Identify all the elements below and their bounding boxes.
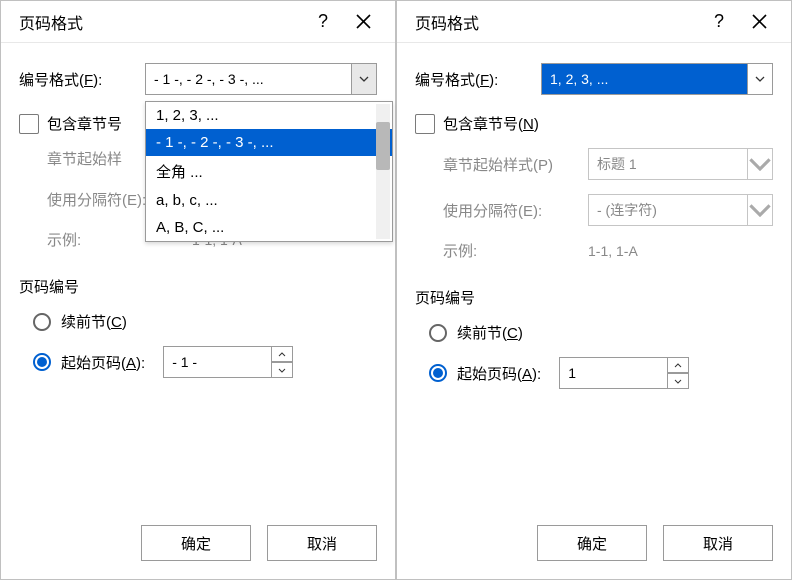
chapter-options: 章节起始样式(P) 标题 1 使用分隔符(E): - (连字符): [415, 148, 773, 261]
number-format-combo[interactable]: - 1 -, - 2 -, - 3 -, ...: [145, 63, 377, 95]
start-at-radio[interactable]: [429, 364, 447, 382]
close-icon[interactable]: [343, 2, 383, 42]
spin-up-icon[interactable]: [667, 357, 689, 373]
start-at-spinner[interactable]: 1: [559, 357, 689, 389]
start-at-row: 起始页码(A): 1: [429, 357, 773, 389]
format-option[interactable]: a, b, c, ...: [146, 187, 392, 214]
example-row: 示例: 1-1, 1-A: [443, 240, 773, 261]
include-chapter-label: 包含章节号: [47, 113, 122, 134]
chevron-down-icon: [747, 194, 773, 226]
scrollbar-thumb[interactable]: [376, 122, 390, 170]
include-chapter-checkbox[interactable]: [415, 114, 435, 134]
ok-button[interactable]: 确定: [537, 525, 647, 561]
dropdown-scrollbar[interactable]: [376, 104, 390, 239]
number-format-value: 1, 2, 3, ...: [550, 71, 608, 87]
chevron-down-icon[interactable]: [351, 63, 377, 95]
start-at-label: 起始页码(A):: [61, 352, 145, 373]
spinner-buttons: [271, 346, 293, 378]
spinner-buttons: [667, 357, 689, 389]
dialog-buttons: 确定 取消: [141, 525, 377, 561]
page-number-format-dialog-right: 页码格式 ? 编号格式(F): 1, 2, 3, ... 包含章节号(N): [396, 0, 792, 580]
spin-down-icon[interactable]: [271, 362, 293, 378]
start-at-row: 起始页码(A): - 1 -: [33, 346, 377, 378]
separator-row: 使用分隔符(E): - (连字符): [443, 194, 773, 226]
spin-down-icon[interactable]: [667, 373, 689, 389]
chapter-start-value: 标题 1: [597, 154, 637, 174]
cancel-button[interactable]: 取消: [267, 525, 377, 561]
help-icon[interactable]: ?: [699, 2, 739, 42]
start-at-spinner[interactable]: - 1 -: [163, 346, 293, 378]
cancel-button[interactable]: 取消: [663, 525, 773, 561]
dialog-title: 页码格式: [19, 10, 303, 34]
format-option[interactable]: 全角 ...: [146, 156, 392, 187]
dialog-buttons: 确定 取消: [537, 525, 773, 561]
separator-combo: - (连字符): [588, 194, 773, 226]
help-icon[interactable]: ?: [303, 2, 343, 42]
start-at-label: 起始页码(A):: [457, 363, 541, 384]
continue-previous-row: 续前节(C): [429, 322, 773, 343]
include-chapter-label: 包含章节号(N): [443, 113, 539, 134]
continue-previous-radio[interactable]: [33, 313, 51, 331]
continue-previous-row: 续前节(C): [33, 311, 377, 332]
example-label: 示例:: [443, 240, 588, 261]
start-at-value: - 1 -: [172, 354, 197, 370]
chapter-start-row: 章节起始样式(P) 标题 1: [443, 148, 773, 180]
number-format-combo[interactable]: 1, 2, 3, ...: [541, 63, 773, 95]
number-format-value: - 1 -, - 2 -, - 3 -, ...: [154, 71, 264, 87]
chevron-down-icon: [747, 148, 773, 180]
continue-previous-label: 续前节(C): [457, 322, 523, 343]
number-format-label: 编号格式(F):: [19, 69, 145, 90]
close-icon[interactable]: [739, 2, 779, 42]
start-at-value: 1: [568, 365, 576, 381]
ok-button[interactable]: 确定: [141, 525, 251, 561]
dialog-title: 页码格式: [415, 10, 699, 34]
separator-value: - (连字符): [597, 200, 657, 220]
format-option[interactable]: A, B, C, ...: [146, 214, 392, 241]
example-value: 1-1, 1-A: [588, 243, 638, 259]
format-option[interactable]: 1, 2, 3, ...: [146, 102, 392, 129]
continue-previous-radio[interactable]: [429, 324, 447, 342]
include-chapter-checkbox[interactable]: [19, 114, 39, 134]
number-format-row: 编号格式(F): 1, 2, 3, ...: [415, 63, 773, 95]
include-chapter-row: 包含章节号(N): [415, 113, 773, 134]
number-format-label: 编号格式(F):: [415, 69, 541, 90]
number-format-row: 编号格式(F): - 1 -, - 2 -, - 3 -, ...: [19, 63, 377, 95]
dialog-content: 编号格式(F): 1, 2, 3, ... 包含章节号(N) 章节起始样式(P)…: [397, 43, 791, 389]
page-numbering-section: 页码编号: [19, 276, 377, 297]
page-numbering-section: 页码编号: [415, 287, 773, 308]
titlebar: 页码格式 ?: [397, 1, 791, 43]
chapter-start-label: 章节起始样式(P): [443, 154, 588, 175]
continue-previous-label: 续前节(C): [61, 311, 127, 332]
spin-up-icon[interactable]: [271, 346, 293, 362]
number-format-dropdown[interactable]: 1, 2, 3, ... - 1 -, - 2 -, - 3 -, ... 全角…: [145, 101, 393, 242]
start-at-radio[interactable]: [33, 353, 51, 371]
separator-label: 使用分隔符(E):: [443, 200, 588, 221]
chevron-down-icon[interactable]: [747, 63, 773, 95]
chapter-start-combo: 标题 1: [588, 148, 773, 180]
page-number-format-dialog-left: 页码格式 ? 编号格式(F): - 1 -, - 2 -, - 3 -, ...…: [0, 0, 396, 580]
format-option-selected[interactable]: - 1 -, - 2 -, - 3 -, ...: [146, 129, 392, 156]
titlebar: 页码格式 ?: [1, 1, 395, 43]
